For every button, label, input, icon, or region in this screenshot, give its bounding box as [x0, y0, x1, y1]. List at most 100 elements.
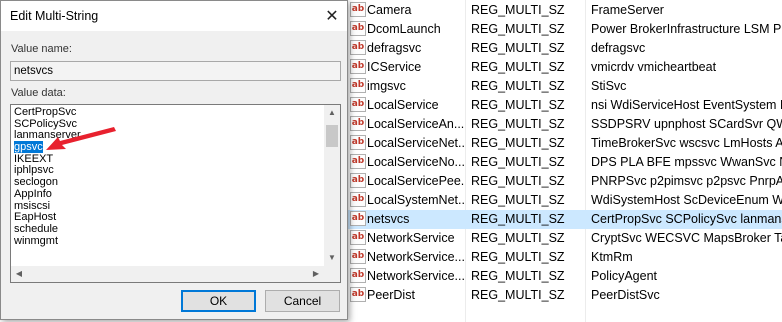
registry-value-name: LocalServicePee...: [367, 174, 465, 188]
registry-value-data: TimeBrokerSvc wscsvc LmHosts A: [591, 136, 782, 150]
value-data-line[interactable]: msiscsi: [14, 200, 324, 213]
registry-row[interactable]: ab NetworkService REG_MULTI_SZ CryptSvc WEC…: [345, 229, 782, 248]
registry-value-name: DcomLaunch: [367, 22, 441, 36]
value-data-line[interactable]: gpsvc: [14, 141, 324, 154]
value-data-line-text: lanmanserver: [14, 129, 81, 142]
registry-value-type: REG_MULTI_SZ: [471, 41, 565, 55]
registry-row[interactable]: ab LocalServiceNo... REG_MULTI_SZ DPS PLA B…: [345, 153, 782, 172]
scroll-corner: [324, 266, 340, 282]
registry-value-name: Camera: [367, 3, 412, 17]
string-value-icon: ab: [350, 230, 366, 245]
dialog-titlebar[interactable]: Edit Multi-String ✕: [1, 1, 347, 31]
registry-value-data: StiSvc: [591, 79, 627, 93]
registry-row[interactable]: ab PeerDist REG_MULTI_SZ PeerDistSvc: [345, 286, 782, 305]
scroll-right-icon[interactable]: ▶: [308, 266, 324, 282]
string-value-icon: ab: [350, 173, 366, 188]
value-name-field[interactable]: [10, 61, 341, 81]
registry-value-data: FrameServer: [591, 3, 664, 17]
registry-value-data: CertPropSvc SCPolicySvc lanmans: [591, 212, 782, 226]
registry-row[interactable]: ab DcomLaunch REG_MULTI_SZ Power BrokerInfr…: [345, 20, 782, 39]
registry-value-data: KtmRm: [591, 250, 633, 264]
value-data-line[interactable]: AppInfo: [14, 187, 324, 201]
registry-value-type: REG_MULTI_SZ: [471, 3, 565, 17]
value-data-line-text: EapHost: [14, 211, 57, 224]
string-value-icon: ab: [350, 154, 366, 169]
registry-row[interactable]: ab imgsvc REG_MULTI_SZ StiSvc: [345, 77, 782, 96]
value-data-line[interactable]: winmgmt: [14, 234, 324, 248]
value-data-line[interactable]: EapHost: [14, 211, 324, 224]
registry-row[interactable]: ab LocalSystemNet... REG_MULTI_SZ WdiSystem…: [345, 191, 782, 210]
registry-value-name: NetworkService...: [367, 269, 465, 283]
value-name-label: Value name:: [11, 43, 72, 55]
value-data-line-text: winmgmt: [14, 234, 59, 247]
registry-value-name: NetworkService: [367, 231, 455, 245]
string-value-icon: ab: [350, 116, 366, 131]
vertical-scroll-thumb[interactable]: [326, 125, 338, 147]
registry-row[interactable]: ab LocalServicePee... REG_MULTI_SZ PNRPSvc …: [345, 172, 782, 191]
value-data-line[interactable]: lanmanserver: [14, 130, 324, 142]
registry-value-data: DPS PLA BFE mpssvc WwanSvc N: [591, 155, 782, 169]
registry-value-data: PeerDistSvc: [591, 288, 660, 302]
registry-value-type: REG_MULTI_SZ: [471, 136, 565, 150]
registry-value-type: REG_MULTI_SZ: [471, 231, 565, 245]
value-data-textarea[interactable]: CertPropSvc SCPolicySvc lanmanserver gpsvc I…: [10, 104, 341, 283]
vertical-scrollbar[interactable]: ▲ ▼: [324, 105, 340, 266]
value-data-line-text: SCPolicySvc: [14, 117, 77, 130]
scroll-down-icon[interactable]: ▼: [324, 250, 340, 266]
registry-value-name: LocalServiceNet...: [367, 136, 465, 150]
registry-value-type: REG_MULTI_SZ: [471, 60, 565, 74]
registry-row[interactable]: ab netsvcs REG_MULTI_SZ CertPropSvc SCPolic…: [345, 210, 782, 229]
string-value-icon: ab: [350, 59, 366, 74]
registry-value-type: REG_MULTI_SZ: [471, 22, 565, 36]
registry-value-data: PolicyAgent: [591, 269, 658, 283]
close-icon[interactable]: ✕: [319, 4, 345, 28]
registry-value-type: REG_MULTI_SZ: [471, 288, 565, 302]
registry-value-type: REG_MULTI_SZ: [471, 269, 565, 283]
registry-values-list: ab Camera REG_MULTI_SZ FrameServer ab DcomLau…: [345, 0, 782, 322]
registry-value-type: REG_MULTI_SZ: [471, 174, 565, 188]
value-data-line[interactable]: schedule: [14, 223, 324, 236]
registry-value-data: Power BrokerInfrastructure LSM P: [591, 22, 782, 36]
registry-value-data: CryptSvc WECSVC MapsBroker Ta: [591, 231, 782, 245]
scroll-left-icon[interactable]: ◀: [11, 266, 27, 282]
registry-value-type: REG_MULTI_SZ: [471, 250, 565, 264]
string-value-icon: ab: [350, 21, 366, 36]
registry-value-name: imgsvc: [367, 79, 406, 93]
value-data-lines[interactable]: CertPropSvc SCPolicySvc lanmanserver gpsvc I…: [14, 106, 324, 248]
string-value-icon: ab: [350, 249, 366, 264]
registry-row[interactable]: ab NetworkService... REG_MULTI_SZ KtmRm: [345, 248, 782, 267]
registry-value-type: REG_MULTI_SZ: [471, 117, 565, 131]
registry-row[interactable]: ab ICService REG_MULTI_SZ vmicrdv vmicheart…: [345, 58, 782, 77]
string-value-icon: ab: [350, 97, 366, 112]
registry-row[interactable]: ab defragsvc REG_MULTI_SZ defragsvc: [345, 39, 782, 58]
value-data-line-text: gpsvc: [14, 141, 43, 154]
string-value-icon: ab: [350, 211, 366, 226]
registry-value-type: REG_MULTI_SZ: [471, 79, 565, 93]
value-data-line-text: AppInfo: [14, 187, 52, 200]
registry-row[interactable]: ab NetworkService... REG_MULTI_SZ PolicyAge…: [345, 267, 782, 286]
dialog-title: Edit Multi-String: [10, 9, 99, 23]
registry-value-name: LocalServiceNo...: [367, 155, 465, 169]
registry-value-name: defragsvc: [367, 41, 422, 55]
cancel-button[interactable]: Cancel: [265, 290, 340, 312]
value-data-line-text: seclogon: [14, 176, 59, 189]
registry-value-data: vmicrdv vmicheartbeat: [591, 60, 717, 74]
ok-button[interactable]: OK: [181, 290, 256, 312]
registry-row[interactable]: ab LocalServiceAn... REG_MULTI_SZ SSDPSRV u…: [345, 115, 782, 134]
value-data-line[interactable]: iphlpsvc: [14, 165, 324, 177]
edit-multi-string-dialog: Edit Multi-String ✕ Value name: Value da…: [0, 0, 348, 320]
registry-value-type: REG_MULTI_SZ: [471, 212, 565, 226]
registry-row[interactable]: ab LocalService REG_MULTI_SZ nsi WdiService…: [345, 96, 782, 115]
registry-value-name: LocalSystemNet...: [367, 193, 465, 207]
registry-row[interactable]: ab LocalServiceNet... REG_MULTI_SZ TimeBrok…: [345, 134, 782, 153]
string-value-icon: ab: [350, 135, 366, 150]
value-data-line[interactable]: seclogon: [14, 176, 324, 189]
registry-row[interactable]: ab Camera REG_MULTI_SZ FrameServer: [345, 1, 782, 20]
scroll-up-icon[interactable]: ▲: [324, 105, 340, 121]
string-value-icon: ab: [350, 2, 366, 17]
registry-value-data: nsi WdiServiceHost EventSystem F: [591, 98, 782, 112]
registry-value-name: LocalService: [367, 98, 439, 112]
value-data-line[interactable]: IKEEXT: [14, 153, 324, 166]
horizontal-scrollbar[interactable]: ◀ ▶: [11, 266, 324, 282]
registry-value-name: ICService: [367, 60, 422, 74]
